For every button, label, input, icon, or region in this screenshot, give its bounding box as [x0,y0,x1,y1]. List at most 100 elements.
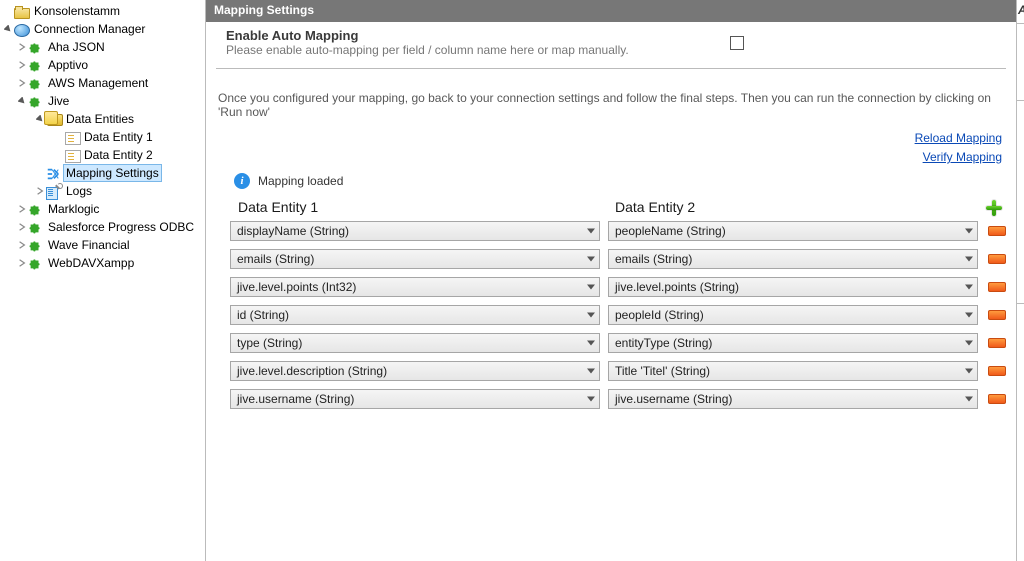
add-mapping-button[interactable] [985,199,1003,217]
entity1-field-dropdown[interactable]: jive.level.description (String) [230,361,600,381]
mapping-row: displayName (String) peopleName (String) [230,221,1006,241]
tree-label: Data Entity 1 [82,129,155,145]
info-icon: i [234,173,250,189]
remove-mapping-button[interactable] [988,254,1006,264]
tree-connection-manager[interactable]: Connection Manager [2,20,205,38]
chevron-down-icon [965,397,973,402]
mapping-status-text: Mapping loaded [258,174,343,188]
database-icon [47,114,63,126]
puzzle-icon [28,41,44,55]
tree-item-aws-management[interactable]: AWS Management [2,74,205,92]
tree-label: Marklogic [46,201,101,217]
entity2-field-dropdown[interactable]: Title 'Titel' (String) [608,361,978,381]
entity2-field-dropdown[interactable]: peopleId (String) [608,305,978,325]
tree-item-mapping-settings[interactable]: Mapping Settings [2,164,205,182]
chevron-down-icon [965,341,973,346]
chevron-down-icon[interactable] [2,23,14,35]
mapping-instructions: Once you configured your mapping, go bac… [206,69,1016,129]
puzzle-icon [28,95,44,109]
chevron-right-icon[interactable] [16,221,28,233]
entity1-field-dropdown[interactable]: id (String) [230,305,600,325]
logs-icon [46,185,62,199]
right-panel-sliver: A [1016,0,1024,561]
chevron-right-icon[interactable] [16,257,28,269]
remove-mapping-button[interactable] [988,226,1006,236]
tree-label: Logs [64,183,94,199]
verify-mapping-link[interactable]: Verify Mapping [206,148,1002,167]
chevron-down-icon [587,229,595,234]
tree-item-aha-json[interactable]: Aha JSON [2,38,205,56]
tree-label: Aha JSON [46,39,107,55]
mapping-row: type (String) entityType (String) [230,333,1006,353]
puzzle-icon [28,221,44,235]
chevron-right-icon[interactable] [16,239,28,251]
tree-item-apptivo[interactable]: Apptivo [2,56,205,74]
chevron-down-icon [587,341,595,346]
entity2-field-dropdown[interactable]: entityType (String) [608,333,978,353]
tree-label: Salesforce Progress ODBC [46,219,196,235]
entity2-field-dropdown[interactable]: jive.level.points (String) [608,277,978,297]
tree-item-salesforce-progress-odbc[interactable]: Salesforce Progress ODBC [2,218,205,236]
file-icon [65,150,81,163]
enable-auto-mapping-checkbox[interactable] [730,36,744,50]
dropdown-value: Title 'Titel' (String) [615,364,710,378]
chevron-right-icon[interactable] [16,203,28,215]
tree-item-data-entity-2[interactable]: Data Entity 2 [2,146,205,164]
remove-mapping-button[interactable] [988,338,1006,348]
mapping-row: jive.level.points (Int32) jive.level.poin… [230,277,1006,297]
entity1-field-dropdown[interactable]: jive.username (String) [230,389,600,409]
dropdown-value: emails (String) [615,252,692,266]
dropdown-value: entityType (String) [615,336,712,350]
globe-icon [14,24,30,37]
chevron-down-icon [965,257,973,262]
entity1-field-dropdown[interactable]: jive.level.points (Int32) [230,277,600,297]
tree-label: Connection Manager [32,21,147,37]
tree-root-konsolenstamm[interactable]: Konsolenstamm [2,2,205,20]
remove-mapping-button[interactable] [988,366,1006,376]
entity2-field-dropdown[interactable]: peopleName (String) [608,221,978,241]
reload-mapping-link[interactable]: Reload Mapping [206,129,1002,148]
entity2-field-dropdown[interactable]: jive.username (String) [608,389,978,409]
remove-mapping-button[interactable] [988,310,1006,320]
dropdown-value: jive.level.points (String) [615,280,739,294]
tree-item-webdavxampp[interactable]: WebDAVXampp [2,254,205,272]
tree-label: Mapping Settings [64,165,161,181]
entity2-field-dropdown[interactable]: emails (String) [608,249,978,269]
dropdown-value: peopleId (String) [615,308,704,322]
tree-item-jive[interactable]: Jive [2,92,205,110]
tree-label: Wave Financial [46,237,132,253]
chevron-down-icon [587,257,595,262]
tree-label: Konsolenstamm [32,3,122,19]
chevron-right-icon[interactable] [34,185,46,197]
chevron-down-icon [587,313,595,318]
mapping-row: jive.level.description (String) Title 'Ti… [230,361,1006,381]
auto-mapping-subtitle: Please enable auto-mapping per field / c… [226,43,710,58]
panel-title: Mapping Settings [206,0,1016,22]
chevron-right-icon[interactable] [16,41,28,53]
dropdown-value: emails (String) [237,252,314,266]
column-header-entity-1: Data Entity 1 [230,195,607,221]
chevron-down-icon[interactable] [16,95,28,107]
navigation-tree: Konsolenstamm Connection Manager Aha JSO… [0,0,206,561]
dropdown-value: id (String) [237,308,289,322]
tree-item-data-entity-1[interactable]: Data Entity 1 [2,128,205,146]
chevron-right-icon[interactable] [16,77,28,89]
entity1-field-dropdown[interactable]: emails (String) [230,249,600,269]
chevron-down-icon [965,229,973,234]
tree-item-logs[interactable]: Logs [2,182,205,200]
entity1-field-dropdown[interactable]: displayName (String) [230,221,600,241]
tree-item-data-entities[interactable]: Data Entities [2,110,205,128]
puzzle-icon [28,239,44,253]
puzzle-icon [28,59,44,73]
remove-mapping-button[interactable] [988,394,1006,404]
folder-icon [14,8,30,19]
remove-mapping-button[interactable] [988,282,1006,292]
chevron-down-icon [587,369,595,374]
tree-item-wave-financial[interactable]: Wave Financial [2,236,205,254]
entity1-field-dropdown[interactable]: type (String) [230,333,600,353]
tree-label: Apptivo [46,57,90,73]
chevron-right-icon[interactable] [16,59,28,71]
panel-title-text: Mapping Settings [214,3,314,17]
dropdown-value: jive.level.description (String) [237,364,387,378]
tree-item-marklogic[interactable]: Marklogic [2,200,205,218]
